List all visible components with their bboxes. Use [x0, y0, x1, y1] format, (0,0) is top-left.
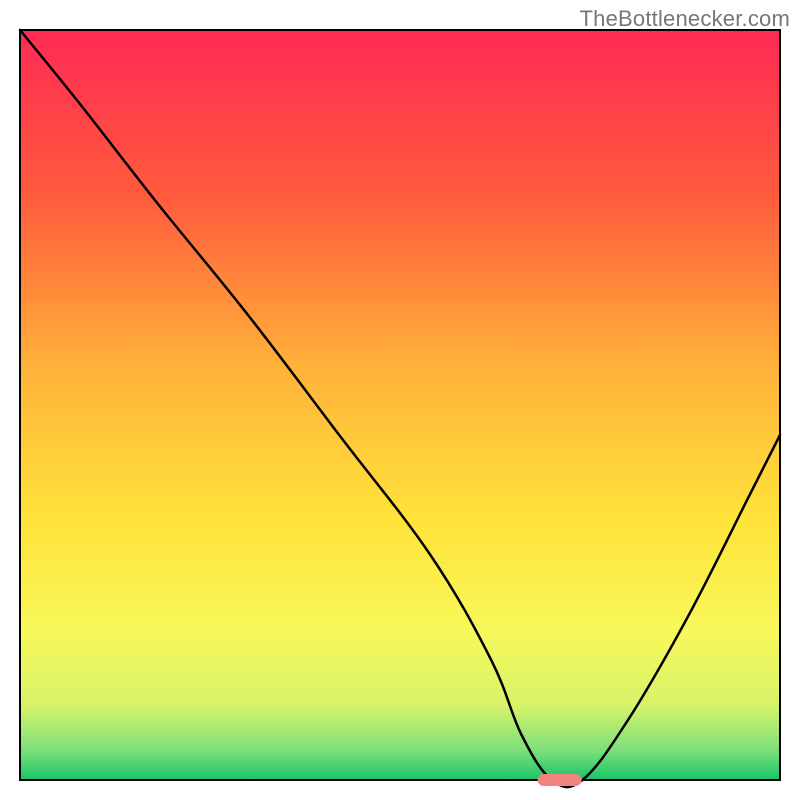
plot-background	[20, 30, 780, 780]
watermark-text: TheBottlenecker.com	[580, 6, 790, 32]
bottleneck-chart: TheBottlenecker.com	[0, 0, 800, 800]
optimal-marker	[538, 774, 582, 786]
chart-svg	[0, 0, 800, 800]
